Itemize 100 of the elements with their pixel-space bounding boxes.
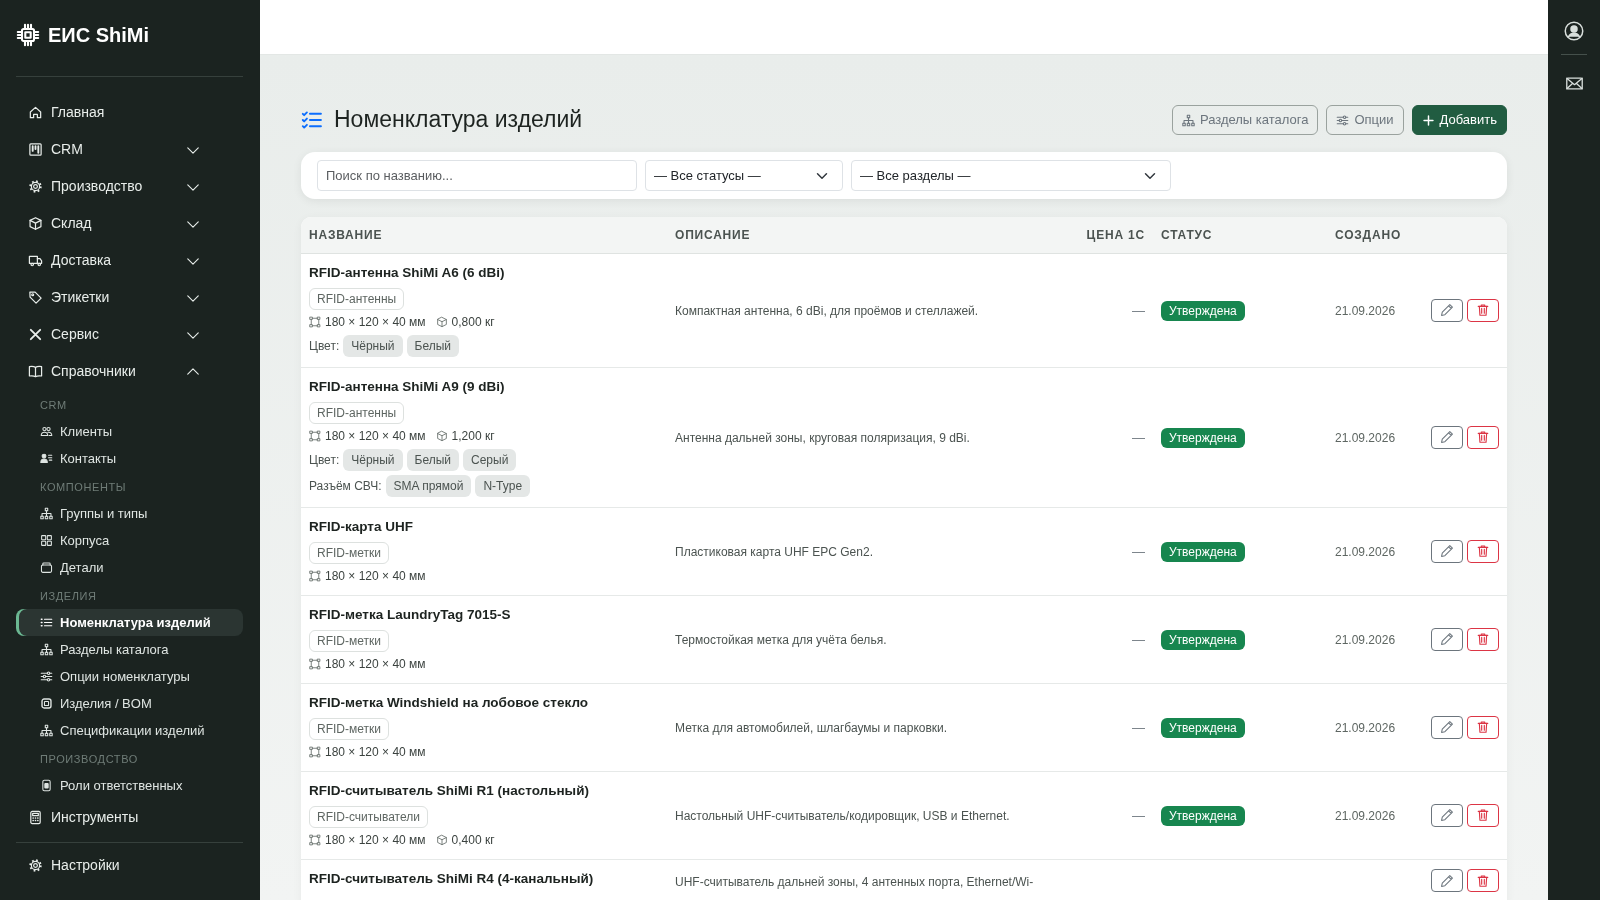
option-value-tag: Серый (463, 448, 517, 471)
bounding-box-icon (309, 429, 321, 442)
list-check-icon (301, 109, 323, 131)
description-text: Пластиковая карта UHF EPC Gen2. (675, 545, 873, 559)
bounding-box-icon (309, 569, 321, 582)
people-icon (40, 425, 53, 438)
category-tag: RFID-антенны (309, 287, 405, 310)
trash-icon (1476, 544, 1490, 558)
edit-button[interactable] (1431, 715, 1463, 739)
option-label: Цвет: (309, 451, 340, 469)
status-badge: Утверждена (1161, 542, 1245, 562)
search-field[interactable]: Поиск по названию... (317, 160, 637, 191)
trash-icon (1476, 430, 1490, 444)
chip-icon (40, 697, 53, 710)
edit-button[interactable] (1431, 539, 1463, 563)
catalog-sections-button[interactable]: Разделы каталога (1171, 105, 1319, 135)
pencil-icon (1440, 632, 1454, 646)
submenu-item[interactable]: Разделы каталога (16, 636, 243, 663)
price-text: — (1132, 808, 1145, 823)
pencil-icon (1440, 808, 1454, 822)
delete-button[interactable] (1467, 425, 1499, 449)
delete-button[interactable] (1467, 627, 1499, 651)
option-label: Цвет: (309, 337, 340, 355)
submenu-item[interactable]: Клиенты (16, 418, 243, 445)
nav-item[interactable]: Инструменты (16, 799, 243, 836)
product-name: RFID-метка LaundryTag 7015-S (309, 605, 511, 624)
trash-icon (1476, 632, 1490, 646)
tag-icon (28, 290, 43, 305)
dimensions-text: 180 × 120 × 40 мм (325, 567, 426, 585)
price-text: — (1132, 632, 1145, 647)
truck-icon (28, 253, 43, 268)
trash-icon (1476, 808, 1490, 822)
submenu-item[interactable]: Контакты (16, 445, 243, 472)
bounding-box-icon (309, 833, 321, 846)
menu-item[interactable]: Доставка (16, 242, 243, 279)
pencil-icon (1440, 720, 1454, 734)
column-header: НАЗВАНИЕ (309, 227, 383, 242)
submenu-item[interactable]: Группы и типы (16, 500, 243, 527)
column-header: ОПИСАНИЕ (675, 227, 751, 242)
column-header: СОЗДАНО (1335, 227, 1402, 242)
price-text: — (1132, 544, 1145, 559)
cube-icon (435, 833, 448, 846)
section-select[interactable]: — Все разделы — (851, 160, 1171, 191)
status-badge: Утверждена (1161, 428, 1245, 448)
submenu-item[interactable]: Корпуса (16, 527, 243, 554)
column-header: СТАТУС (1161, 227, 1213, 242)
delete-button[interactable] (1467, 298, 1499, 322)
date-text: 21.09.2026 (1335, 545, 1396, 559)
category-tag: RFID-метки (309, 629, 389, 652)
section-heading: CRM (39, 397, 68, 413)
dimensions-text: 180 × 120 × 40 мм (325, 655, 426, 673)
price-text: — (1132, 430, 1145, 445)
edit-button[interactable] (1431, 627, 1463, 651)
dimensions-text: 180 × 120 × 40 мм (325, 831, 426, 849)
date-text: 21.09.2026 (1335, 721, 1396, 735)
hierarchy-icon (40, 507, 53, 520)
hierarchy-icon (1181, 113, 1195, 127)
gear-icon (28, 179, 43, 194)
menu-item[interactable]: Производство (16, 168, 243, 205)
nav-item[interactable]: Настройки (16, 847, 243, 884)
tray-icon (40, 561, 53, 574)
submenu-item[interactable]: Роли ответственных (16, 772, 243, 799)
menu-item[interactable]: Сервис (16, 316, 243, 353)
submenu-item[interactable]: Номенклатура изделий (16, 609, 243, 636)
menu-item[interactable]: Этикетки (16, 279, 243, 316)
submenu-item[interactable]: Изделия / BOM (16, 690, 243, 717)
list-icon (40, 616, 53, 629)
edit-button[interactable] (1431, 425, 1463, 449)
submenu-item[interactable]: Детали (16, 554, 243, 581)
pencil-icon (1440, 303, 1454, 317)
menu-item[interactable]: Склад (16, 205, 243, 242)
page-title: Номенклатура изделий (334, 106, 583, 134)
submenu-item[interactable]: Опции номенклатуры (16, 663, 243, 690)
delete-button[interactable] (1467, 539, 1499, 563)
edit-button[interactable] (1431, 298, 1463, 322)
delete-button[interactable] (1467, 869, 1499, 892)
add-button[interactable]: Добавить (1411, 105, 1507, 135)
edit-button[interactable] (1431, 803, 1463, 827)
edit-button[interactable] (1431, 869, 1463, 892)
nav-item[interactable]: Главная (16, 94, 243, 131)
cube-icon (435, 315, 448, 328)
delete-button[interactable] (1467, 803, 1499, 827)
menu-item[interactable]: Справочники (16, 353, 243, 390)
cube-icon (435, 429, 448, 442)
status-select[interactable]: — Все статусы — (645, 160, 843, 191)
delete-button[interactable] (1467, 715, 1499, 739)
date-text: 21.09.2026 (1335, 809, 1396, 823)
category-tag: RFID-метки (309, 717, 389, 740)
submenu-item[interactable]: Спецификации изделий (16, 717, 243, 744)
option-value-tag: Чёрный (343, 334, 403, 357)
description-text: UHF-считыватель дальней зоны, 4 антенных порта, Ethernet/Wi- (675, 874, 1034, 889)
product-name: RFID-антенна ShiMi A9 (9 dBi) (309, 377, 505, 396)
options-button[interactable]: Опции (1326, 105, 1404, 135)
dimensions-text: 180 × 120 × 40 мм (325, 743, 426, 761)
option-value-tag: Белый (406, 334, 460, 357)
menu-item[interactable]: CRM (16, 131, 243, 168)
trash-icon (1476, 873, 1490, 888)
pencil-icon (1440, 430, 1454, 444)
bounding-box-icon (309, 315, 321, 328)
dimensions-text: 180 × 120 × 40 мм (325, 427, 426, 445)
